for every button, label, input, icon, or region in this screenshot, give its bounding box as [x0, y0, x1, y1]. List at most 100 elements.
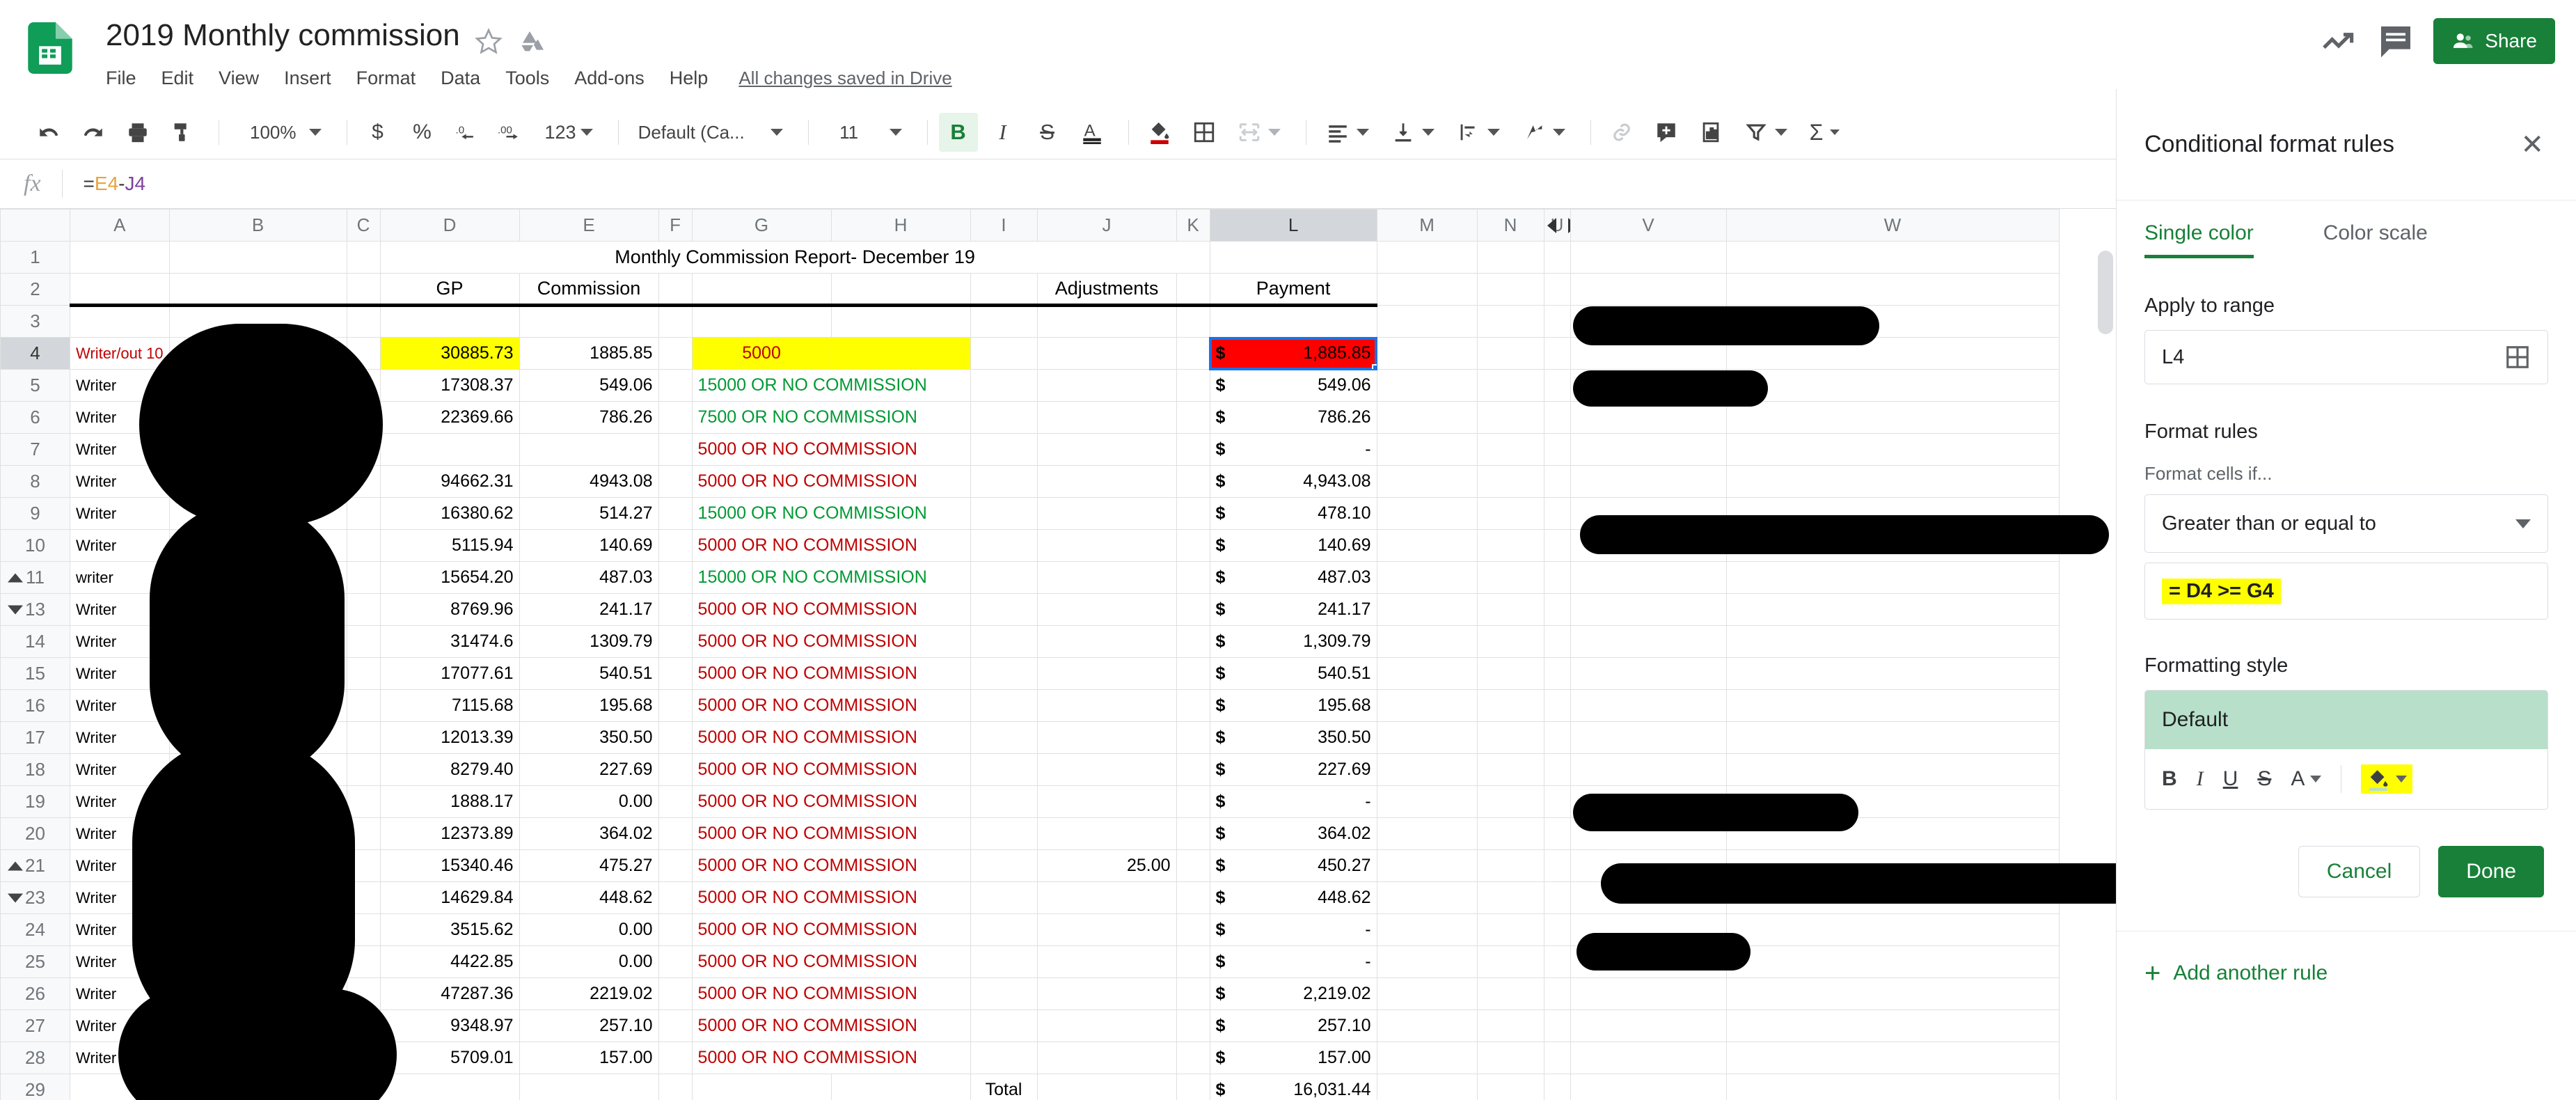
cell-payment[interactable]: $448.62: [1209, 881, 1377, 914]
cell-commission[interactable]: 140.69: [519, 529, 659, 562]
cell-w[interactable]: [1725, 977, 2060, 1010]
cell-m[interactable]: [1376, 977, 1478, 1010]
cell-goal[interactable]: 5000: [691, 337, 832, 370]
add-another-rule-button[interactable]: + Add another rule: [2117, 932, 2576, 987]
cell-i[interactable]: [970, 433, 1038, 466]
cell-c2[interactable]: [346, 273, 381, 307]
cell-commission[interactable]: [519, 433, 659, 466]
cell-goal[interactable]: 5000 OR NO COMMISSION: [691, 1042, 971, 1074]
cell-gp[interactable]: 8769.96: [379, 593, 520, 626]
cell-gp[interactable]: [379, 433, 520, 466]
cell-m[interactable]: [1376, 401, 1478, 434]
row-header-5[interactable]: 5: [0, 369, 70, 402]
cell-gp[interactable]: 12373.89: [379, 817, 520, 850]
cell-k[interactable]: [1176, 689, 1210, 722]
cell-f[interactable]: [658, 401, 693, 434]
cell-u[interactable]: [1543, 657, 1571, 690]
cell-empty[interactable]: [70, 305, 170, 338]
column-header-e[interactable]: E: [519, 209, 659, 242]
cell-w[interactable]: [1725, 721, 2060, 754]
cell-w29[interactable]: [1725, 1074, 2060, 1100]
cell-gp[interactable]: 17308.37: [379, 369, 520, 402]
cell-b2[interactable]: [168, 273, 347, 307]
cell-adjustment[interactable]: [1036, 945, 1177, 978]
cell-m29[interactable]: [1376, 1074, 1478, 1100]
cell-n[interactable]: [1476, 561, 1544, 594]
cell-adjustment[interactable]: [1036, 817, 1177, 850]
cell-m[interactable]: [1376, 753, 1478, 786]
row-group-collapse-up-icon[interactable]: [8, 861, 23, 870]
cell-c[interactable]: [346, 529, 381, 562]
column-header-l[interactable]: L: [1209, 209, 1377, 242]
cell-writer-label[interactable]: Writer: [70, 497, 170, 530]
cell-v[interactable]: [1570, 625, 1727, 658]
style-strikethrough-button[interactable]: S: [2257, 767, 2271, 791]
cell-v[interactable]: [1570, 689, 1727, 722]
cell-empty[interactable]: [1209, 305, 1377, 338]
cell-m[interactable]: [1376, 849, 1478, 882]
cell-goal[interactable]: 5000 OR NO COMMISSION: [691, 465, 971, 498]
cell-commission[interactable]: 448.62: [519, 881, 659, 914]
cell-i[interactable]: [970, 785, 1038, 818]
cell-j29[interactable]: [1036, 1074, 1177, 1100]
text-color-button[interactable]: A: [1073, 113, 1112, 152]
row-header-29[interactable]: 29: [0, 1074, 70, 1100]
cell-u[interactable]: [1543, 625, 1571, 658]
cell-empty[interactable]: [658, 305, 693, 338]
cell-m[interactable]: [1376, 1009, 1478, 1042]
cell-writer-label[interactable]: Writer: [70, 721, 170, 754]
cell-goal[interactable]: 5000 OR NO COMMISSION: [691, 785, 971, 818]
cell-w[interactable]: [1725, 945, 2060, 978]
cell-k[interactable]: [1176, 945, 1210, 978]
cell-u[interactable]: [1543, 1042, 1571, 1074]
cell-f[interactable]: [658, 593, 693, 626]
cell-w[interactable]: [1725, 433, 2060, 466]
cell-commission[interactable]: 514.27: [519, 497, 659, 530]
cell-k[interactable]: [1176, 465, 1210, 498]
condition-value-input[interactable]: = D4 >= G4: [2144, 563, 2548, 620]
row-header-19[interactable]: 19: [0, 785, 70, 818]
cell-v[interactable]: [1570, 1009, 1727, 1042]
cell-b1[interactable]: [168, 241, 347, 274]
cell-commission[interactable]: 0.00: [519, 945, 659, 978]
cell-gp[interactable]: 22369.66: [379, 401, 520, 434]
header-gp[interactable]: GP: [379, 273, 520, 307]
paint-format-button[interactable]: [163, 113, 202, 152]
fill-color-button[interactable]: [1140, 113, 1179, 152]
row-header-25[interactable]: 25: [0, 945, 70, 978]
cell-adjustment[interactable]: 25.00: [1036, 849, 1177, 882]
cell-u[interactable]: [1543, 913, 1571, 946]
cell-k[interactable]: [1176, 977, 1210, 1010]
cell-commission[interactable]: 0.00: [519, 785, 659, 818]
cell-writer-label[interactable]: Writer: [70, 529, 170, 562]
cell-adjustment[interactable]: [1036, 657, 1177, 690]
borders-button[interactable]: [1185, 113, 1224, 152]
cell-d29[interactable]: [379, 1074, 520, 1100]
cell-m1[interactable]: [1376, 241, 1478, 274]
cell-payment[interactable]: $2,219.02: [1209, 977, 1377, 1010]
cell-commission[interactable]: 157.00: [519, 1042, 659, 1074]
functions-button[interactable]: Σ: [1801, 113, 1849, 152]
cell-w[interactable]: [1725, 689, 2060, 722]
cell-payment[interactable]: $364.02: [1209, 817, 1377, 850]
cell-goal[interactable]: 5000 OR NO COMMISSION: [691, 721, 971, 754]
cell-goal[interactable]: 5000 OR NO COMMISSION: [691, 849, 971, 882]
bold-button[interactable]: B: [938, 113, 978, 152]
column-header-i[interactable]: I: [970, 209, 1038, 242]
cell-commission[interactable]: 195.68: [519, 689, 659, 722]
cell-adjustment[interactable]: [1036, 401, 1177, 434]
cell-u[interactable]: [1543, 849, 1571, 882]
print-button[interactable]: [118, 113, 157, 152]
cell-goal[interactable]: 5000 OR NO COMMISSION: [691, 593, 971, 626]
cell-m[interactable]: [1376, 817, 1478, 850]
cell-m[interactable]: [1376, 337, 1478, 370]
cell-adjustment[interactable]: [1036, 465, 1177, 498]
row-header-4[interactable]: 4: [0, 337, 70, 370]
insert-comment-button[interactable]: [1647, 113, 1686, 152]
cell-u[interactable]: [1543, 977, 1571, 1010]
menu-format[interactable]: Format: [344, 68, 429, 89]
cell-payment[interactable]: $157.00: [1209, 1042, 1377, 1074]
cell-gp[interactable]: 7115.68: [379, 689, 520, 722]
cell-k[interactable]: [1176, 529, 1210, 562]
cell-adjustment[interactable]: [1036, 369, 1177, 402]
